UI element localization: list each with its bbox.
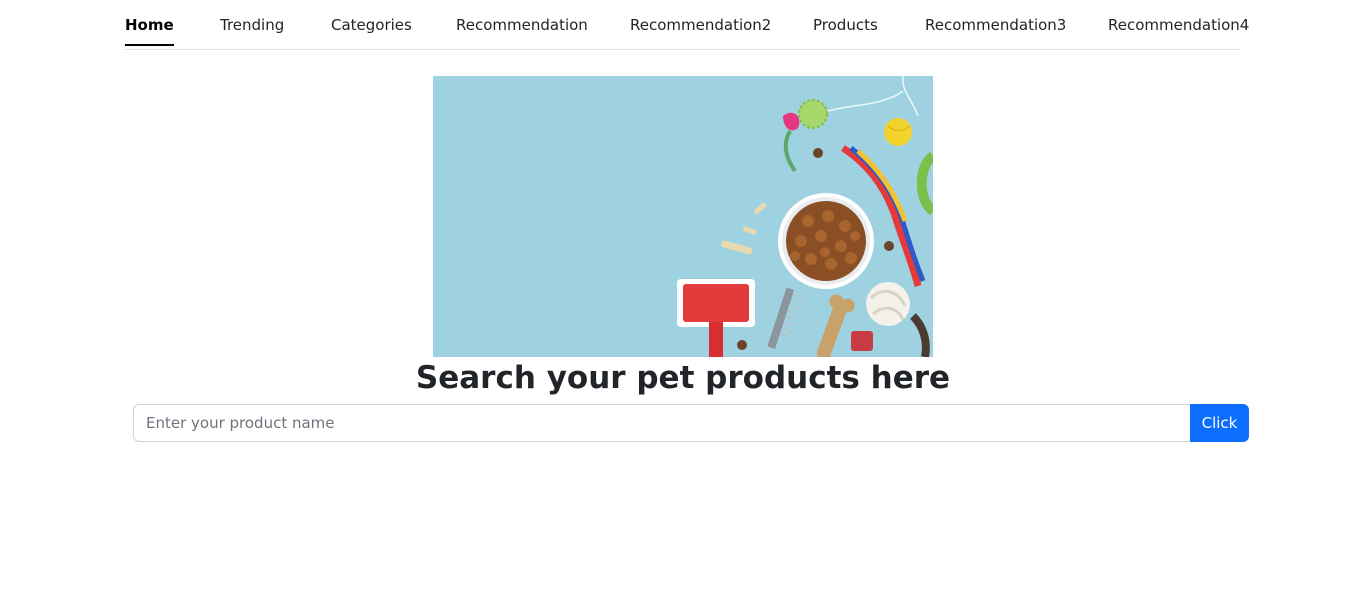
search-group: Click: [133, 404, 1249, 442]
search-heading: Search your pet products here: [415, 360, 951, 396]
nav-item-products[interactable]: Products: [813, 15, 878, 35]
pet-products-illustration: [433, 76, 933, 357]
top-nav: Home Trending Categories Recommendation …: [125, 0, 1249, 50]
nav-item-recommendation4[interactable]: Recommendation4: [1108, 15, 1249, 35]
nav-item-categories[interactable]: Categories: [331, 15, 412, 35]
nav-item-trending[interactable]: Trending: [220, 15, 284, 35]
nav-item-home[interactable]: Home: [125, 15, 174, 46]
nav-item-recommendation[interactable]: Recommendation: [456, 15, 588, 35]
search-button[interactable]: Click: [1190, 404, 1249, 442]
nav-item-recommendation3[interactable]: Recommendation3: [925, 15, 1066, 35]
search-input[interactable]: [133, 404, 1191, 442]
nav-item-recommendation2[interactable]: Recommendation2: [630, 15, 771, 35]
hero-image: [433, 76, 933, 357]
